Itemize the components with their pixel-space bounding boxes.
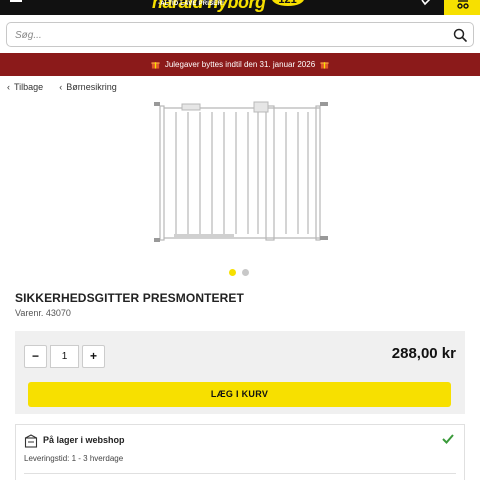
product-price: 288,00 kr [391,345,456,362]
store-logo[interactable]: harald nyborg 121 -ALTID LAVE PRISER! [152,0,306,14]
buy-box: − 1 + 288,00 kr LÆG I KURV [15,331,465,414]
chevron-left-icon: ‹ [7,82,10,92]
breadcrumb-category[interactable]: ‹ Børnesikring [59,82,117,92]
carousel-dot-active[interactable] [229,269,236,276]
breadcrumb-back[interactable]: ‹ Tilbage [7,82,43,92]
top-header: harald nyborg 121 -ALTID LAVE PRISER! [0,0,480,15]
webshop-stock-icon [24,434,38,448]
breadcrumb-label: Børnesikring [66,82,117,92]
delivery-time: Leveringstid: 1 - 3 hverdage [24,454,124,463]
safety-gate-image[interactable] [154,98,330,248]
check-icon [442,434,454,444]
stock-title: På lager i webshop [43,435,125,445]
product-title: SIKKERHEDSGITTER PRESMONTERET [15,291,244,305]
quantity-input[interactable]: 1 [50,345,79,368]
carousel-dots [229,269,249,276]
cart-icon [457,0,469,9]
hamburger-menu-icon[interactable] [10,0,24,6]
quantity-decrease-button[interactable]: − [24,345,47,368]
logo-badge: 121 [269,0,306,8]
carousel-dot[interactable] [242,269,249,276]
search-icon[interactable] [453,28,467,42]
banner-text: Julegaver byttes indtil den 31. januar 2… [164,60,316,69]
stock-status-panel: På lager i webshop Leveringstid: 1 - 3 h… [15,424,465,480]
search-input[interactable] [15,26,435,44]
user-check-icon[interactable] [418,0,436,9]
breadcrumb-label: Tilbage [14,82,44,92]
quantity-increase-button[interactable]: + [82,345,105,368]
logo-tagline: -ALTID LAVE PRISER! [158,1,225,7]
chevron-left-icon: ‹ [59,82,63,92]
breadcrumb: ‹ Tilbage ‹ Børnesikring [7,82,117,92]
gift-icon [151,62,160,69]
gift-icon [320,62,329,69]
promo-banner[interactable]: Julegaver byttes indtil den 31. januar 2… [0,53,480,76]
search-bar[interactable] [6,22,474,47]
cart-button[interactable] [444,0,480,15]
add-to-cart-button[interactable]: LÆG I KURV [28,382,451,407]
product-sku: Varenr. 43070 [15,308,71,318]
divider [24,473,456,474]
